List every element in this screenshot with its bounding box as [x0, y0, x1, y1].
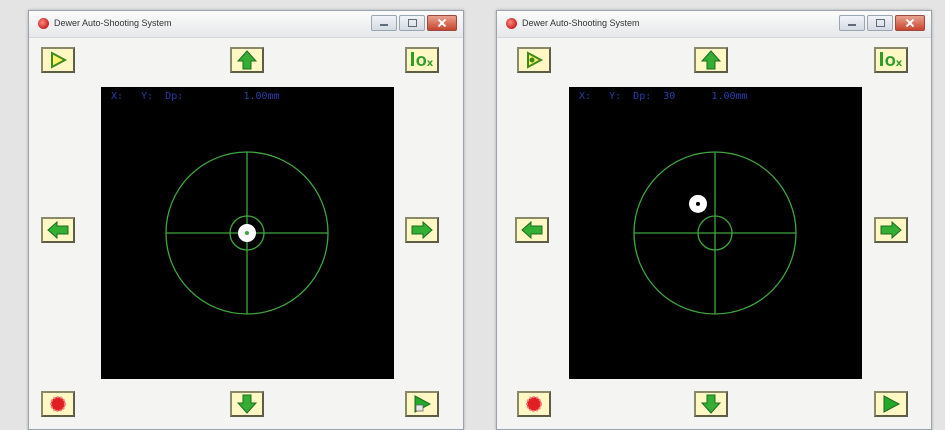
move-left-button[interactable] [515, 217, 549, 243]
play-icon [51, 51, 68, 69]
fire-button[interactable] [41, 391, 75, 417]
move-left-button[interactable] [41, 217, 75, 243]
impact-center [695, 201, 700, 206]
maximize-icon [868, 16, 892, 30]
play-icon [883, 395, 901, 413]
window-title: Dewer Auto-Shooting System [54, 18, 172, 28]
maximize-icon [400, 16, 424, 30]
zoom-button[interactable]: 10Ox [405, 47, 439, 73]
target-display: X: Y: Dp: 1.00mm [101, 87, 394, 379]
app-icon [506, 18, 517, 29]
arrow-right-icon [880, 221, 902, 239]
move-up-button[interactable] [230, 47, 264, 73]
run-button[interactable] [874, 391, 908, 417]
minimize-icon [372, 16, 396, 30]
target-reticle [165, 151, 329, 315]
minimize-icon [840, 16, 864, 30]
arrow-left-icon [521, 221, 543, 239]
run-button[interactable] [405, 391, 439, 417]
arrow-left-icon [47, 221, 69, 239]
target-display: X: Y: Dp: 30 1.00mm [569, 87, 862, 379]
shooting-window-right: Dewer Auto-Shooting System 10Ox X: [496, 10, 932, 430]
minimize-button[interactable] [371, 15, 397, 31]
shooting-window-left: Dewer Auto-Shooting System 10Ox X: Y: D [28, 10, 464, 430]
close-icon [428, 16, 456, 30]
arrow-down-icon [237, 394, 257, 414]
move-down-button[interactable] [694, 391, 728, 417]
move-down-button[interactable] [230, 391, 264, 417]
minimize-button[interactable] [839, 15, 865, 31]
fire-button[interactable] [517, 391, 551, 417]
close-button[interactable] [427, 15, 457, 31]
impact-center [245, 231, 249, 235]
close-button[interactable] [895, 15, 925, 31]
zoom-button[interactable]: 10Ox [874, 47, 908, 73]
arrow-right-icon [411, 221, 433, 239]
maximize-button[interactable] [867, 15, 893, 31]
play-icon [414, 395, 432, 413]
arrow-up-icon [237, 50, 257, 70]
target-reticle [633, 151, 797, 315]
app-icon [38, 18, 49, 29]
arrow-up-icon [701, 50, 721, 70]
move-right-button[interactable] [874, 217, 908, 243]
start-button[interactable] [517, 47, 551, 73]
title-bar[interactable]: Dewer Auto-Shooting System [29, 11, 463, 38]
window-title: Dewer Auto-Shooting System [522, 18, 640, 28]
arrow-down-icon [701, 394, 721, 414]
maximize-button[interactable] [399, 15, 425, 31]
close-icon [896, 16, 924, 30]
start-button[interactable] [41, 47, 75, 73]
title-bar[interactable]: Dewer Auto-Shooting System [497, 11, 931, 38]
move-right-button[interactable] [405, 217, 439, 243]
record-icon [526, 396, 542, 412]
play-icon [527, 51, 544, 69]
move-up-button[interactable] [694, 47, 728, 73]
record-icon [50, 396, 66, 412]
zoom-icon: 10Ox [410, 51, 433, 69]
zoom-icon: 10Ox [879, 51, 902, 69]
